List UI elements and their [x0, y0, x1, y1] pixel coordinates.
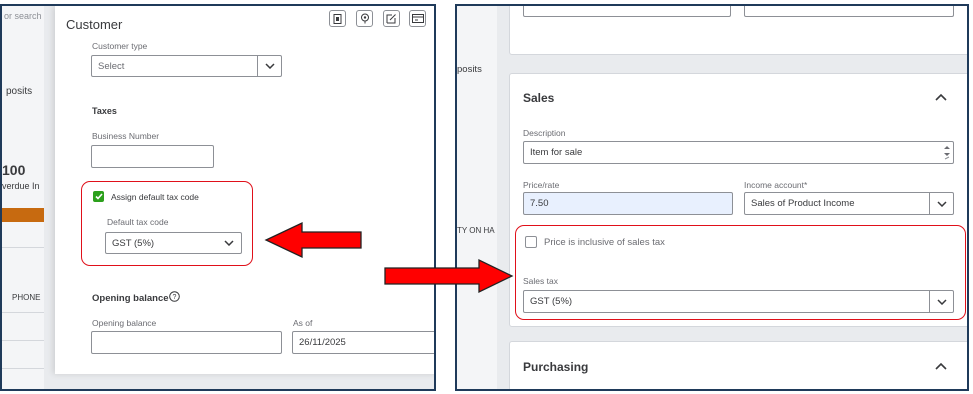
card-icon[interactable] — [409, 10, 426, 27]
overdue-fragment: verdue In — [2, 181, 40, 191]
highlight-box — [515, 225, 966, 320]
previous-select[interactable] — [744, 6, 954, 17]
divider — [2, 312, 44, 313]
highlight-box — [81, 181, 253, 266]
resize-icon[interactable] — [944, 145, 950, 160]
customer-type-label: Customer type — [92, 41, 148, 51]
customer-form: Customer Customer type Select Taxes Busi… — [55, 6, 434, 374]
overdue-progress-bar — [2, 208, 44, 222]
income-account-select[interactable]: Sales of Product Income — [744, 192, 954, 215]
svg-text:?: ? — [173, 294, 177, 301]
description-label: Description — [523, 128, 566, 138]
chevron-down-icon[interactable] — [929, 193, 953, 214]
as-of-date-input[interactable]: 26/11/2025 — [292, 331, 434, 354]
price-rate-label: Price/rate — [523, 180, 560, 190]
customer-type-select[interactable]: Select — [91, 55, 282, 77]
divider — [2, 247, 44, 248]
business-number-input[interactable] — [91, 145, 214, 168]
description-value: Item for sale — [530, 147, 583, 158]
location-icon[interactable] — [356, 10, 373, 27]
opening-balance-input[interactable] — [91, 331, 282, 354]
opening-balance-label: Opening balance — [92, 318, 157, 328]
edit-icon[interactable] — [383, 10, 400, 27]
price-rate-value: 7.50 — [530, 198, 549, 209]
amount-fragment: 100 — [2, 162, 26, 178]
taxes-heading: Taxes — [92, 106, 117, 116]
right-arrow-icon — [384, 258, 514, 294]
customer-panel-screenshot: or search posits 100 verdue In PHONE Cus… — [0, 4, 436, 391]
product-panel-screenshot: posits TY ON HA Sales Description Item f… — [455, 4, 969, 391]
sales-title: Sales — [523, 91, 555, 105]
as-of-date-value: 26/11/2025 — [299, 337, 346, 348]
deposits-tab-fragment: posits — [457, 64, 482, 75]
print-icon[interactable] — [329, 10, 346, 27]
help-icon[interactable]: ? — [169, 291, 180, 302]
customer-type-placeholder: Select — [98, 60, 125, 72]
income-account-value: Sales of Product Income — [751, 198, 855, 209]
divider — [2, 368, 44, 369]
left-arrow-icon — [264, 221, 362, 259]
income-account-label: Income account* — [744, 180, 808, 190]
business-number-label: Business Number — [92, 131, 160, 141]
description-textarea[interactable]: Item for sale — [523, 141, 954, 164]
purchasing-section: Purchasing — [509, 341, 967, 389]
previous-section-card — [509, 6, 967, 55]
previous-field[interactable] — [523, 6, 731, 17]
price-rate-input[interactable]: 7.50 — [523, 192, 733, 215]
purchasing-title: Purchasing — [523, 360, 589, 374]
phone-column-header: PHONE — [12, 293, 41, 302]
quantity-column-fragment: TY ON HA — [457, 226, 495, 235]
sales-section: Sales Description Item for sale Price/ra… — [509, 73, 967, 327]
chevron-up-icon[interactable] — [935, 362, 947, 370]
search-fragment: or search — [4, 11, 42, 21]
chevron-down-icon[interactable] — [257, 56, 281, 76]
divider — [2, 340, 44, 341]
deposits-tab-fragment: posits — [6, 86, 33, 97]
opening-balance-heading: Opening balance — [92, 293, 169, 304]
background-page — [2, 6, 44, 389]
chevron-up-icon[interactable] — [935, 93, 947, 101]
as-of-label: As of — [293, 318, 313, 328]
panel-title: Customer — [66, 17, 123, 32]
